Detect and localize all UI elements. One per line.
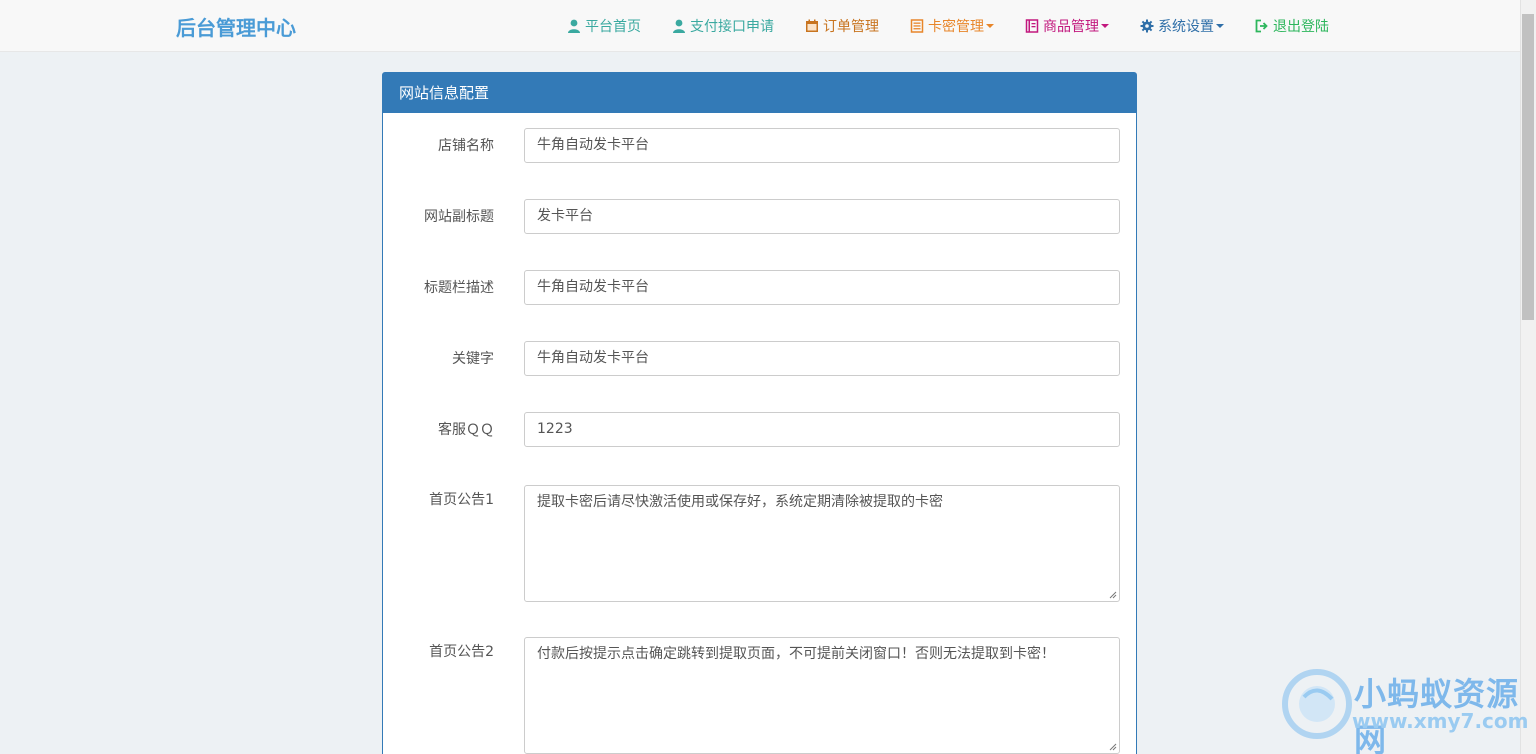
- caret-down-icon: [1101, 24, 1109, 28]
- brand-title[interactable]: 后台管理中心: [176, 12, 296, 41]
- nav-item-label: 系统设置: [1158, 19, 1214, 35]
- nav-item-orders[interactable]: 订单管理: [804, 16, 879, 36]
- nav-item-products[interactable]: 商品管理: [1024, 16, 1109, 36]
- user-icon: [671, 19, 686, 34]
- page-scrollbar[interactable]: [1520, 0, 1536, 754]
- list-icon: [909, 19, 924, 34]
- logout-icon: [1254, 19, 1269, 34]
- scrollbar-thumb[interactable]: [1522, 14, 1534, 320]
- panel-title: 网站信息配置: [383, 73, 1136, 113]
- resize-grip-icon[interactable]: [1109, 591, 1117, 599]
- keywords-input[interactable]: 牛角自动发卡平台: [524, 341, 1120, 376]
- field-label: 网站副标题: [424, 209, 494, 225]
- nav-item-label: 平台首页: [585, 19, 641, 35]
- watermark: 小蚂蚁资源网 www.xmy7.com: [1282, 665, 1528, 754]
- nav-item-label: 支付接口申请: [690, 19, 774, 35]
- service-qq-input[interactable]: 1223: [524, 412, 1120, 447]
- notice-1-textarea[interactable]: 提取卡密后请尽快激活使用或保存好，系统定期清除被提取的卡密: [524, 485, 1120, 602]
- book-icon: [1024, 19, 1039, 34]
- nav-item-label: 订单管理: [823, 19, 879, 35]
- gear-icon: [1139, 19, 1154, 34]
- user-icon: [566, 19, 581, 34]
- site-config-panel: 网站信息配置 店铺名称 牛角自动发卡平台 网站副标题 发卡平台 标题栏描述 牛角…: [382, 72, 1137, 754]
- title-description-input[interactable]: 牛角自动发卡平台: [524, 270, 1120, 305]
- nav-item-label: 退出登陆: [1273, 19, 1329, 35]
- field-label: 客服ＱＱ: [438, 422, 494, 438]
- field-label: 店铺名称: [438, 138, 494, 154]
- caret-down-icon: [986, 24, 994, 28]
- top-navbar: 后台管理中心 平台首页 支付接口申请 订单管理 卡密管理 商品管理 系统设置 退…: [0, 0, 1520, 52]
- watermark-logo-icon: [1282, 669, 1352, 739]
- field-label: 首页公告2: [429, 644, 494, 660]
- nav-item-label: 卡密管理: [928, 19, 984, 35]
- notice-2-textarea[interactable]: 付款后按提示点击确定跳转到提取页面，不可提前关闭窗口！否则无法提取到卡密！: [524, 637, 1120, 754]
- notice-2-text: 付款后按提示点击确定跳转到提取页面，不可提前关闭窗口！否则无法提取到卡密！: [537, 646, 1055, 662]
- nav-item-settings[interactable]: 系统设置: [1139, 16, 1224, 36]
- field-label: 关键字: [452, 351, 494, 367]
- nav-item-home[interactable]: 平台首页: [566, 16, 641, 36]
- shop-name-input[interactable]: 牛角自动发卡平台: [524, 128, 1120, 163]
- calendar-icon: [804, 19, 819, 34]
- nav-item-payment-apply[interactable]: 支付接口申请: [671, 16, 774, 36]
- notice-1-text: 提取卡密后请尽快激活使用或保存好，系统定期清除被提取的卡密: [537, 494, 943, 510]
- field-label: 首页公告1: [429, 492, 494, 508]
- field-label: 标题栏描述: [424, 280, 494, 296]
- nav-item-logout[interactable]: 退出登陆: [1254, 16, 1329, 36]
- resize-grip-icon[interactable]: [1109, 743, 1117, 751]
- nav-item-card-keys[interactable]: 卡密管理: [909, 16, 994, 36]
- watermark-line-2: www.xmy7.com: [1352, 709, 1529, 733]
- caret-down-icon: [1216, 24, 1224, 28]
- nav-item-label: 商品管理: [1043, 19, 1099, 35]
- subtitle-input[interactable]: 发卡平台: [524, 199, 1120, 234]
- main-nav: 平台首页 支付接口申请 订单管理 卡密管理 商品管理 系统设置 退出登陆: [566, 0, 1329, 52]
